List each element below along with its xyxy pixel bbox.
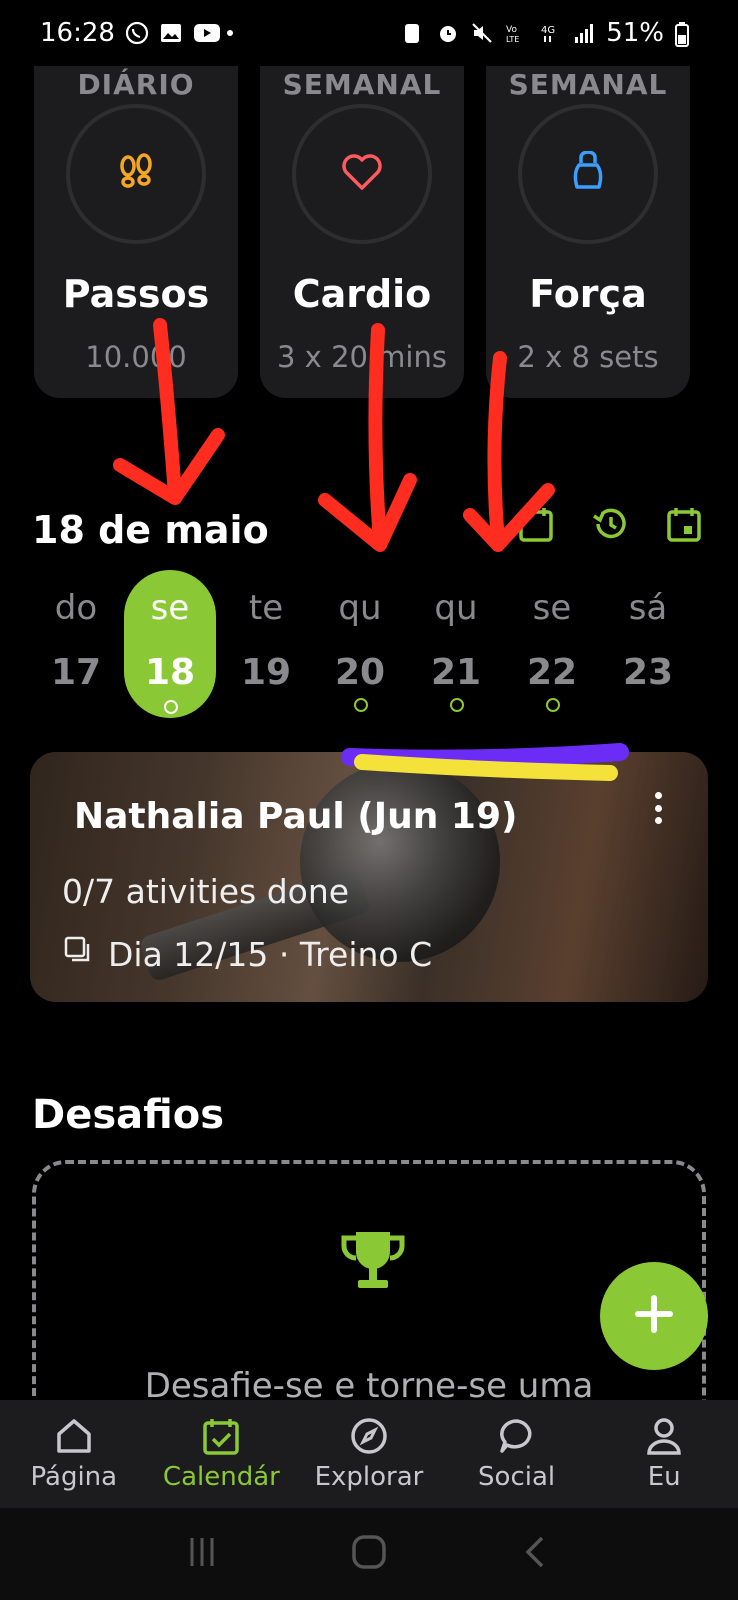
home-icon [52, 1414, 96, 1458]
date-title: 18 de maio [32, 508, 269, 552]
day-date: 17 [50, 652, 102, 693]
svg-text:Vo: Vo [506, 25, 517, 35]
day-name: qu [434, 588, 478, 628]
activity-marker [546, 698, 560, 712]
goal-period: SEMANAL [282, 68, 442, 101]
goal-target: 10.000 [85, 340, 187, 374]
nav-item-social[interactable]: Social [443, 1400, 591, 1508]
home-button-icon[interactable] [349, 1532, 389, 1576]
day-date: 18 [144, 652, 196, 693]
nav-label: Eu [647, 1462, 681, 1492]
goal-name: Passos [62, 272, 210, 316]
goal-card-cardio[interactable]: SEMANAL Cardio 3 x 20 mins [260, 40, 464, 398]
program-title: Nathalia Paul (Jun 19) [74, 796, 518, 837]
copy-icon [62, 934, 94, 974]
goal-card-forca[interactable]: SEMANAL Força 2 x 8 sets [486, 40, 690, 398]
day-name: te [248, 588, 284, 628]
day-17[interactable]: do 17 [30, 570, 122, 718]
nav-label: Explorar [314, 1462, 424, 1492]
profile-icon [642, 1414, 686, 1458]
goal-target: 2 x 8 sets [517, 340, 659, 374]
day-20[interactable]: qu 20 [314, 570, 406, 718]
goal-name: Cardio [292, 272, 432, 316]
notification-dot [226, 30, 233, 36]
gallery-icon [159, 21, 183, 45]
program-card[interactable]: Nathalia Paul (Jun 19) 0/7 ativities don… [30, 752, 708, 1002]
nav-item-eu[interactable]: Eu [590, 1400, 738, 1508]
4g-icon: 4G [538, 21, 562, 45]
day-date: 22 [526, 652, 578, 693]
program-day-text: Dia 12/15 · Treino C [108, 934, 433, 974]
day-21[interactable]: qu 21 [410, 570, 502, 718]
day-19[interactable]: te 19 [220, 570, 312, 718]
nav-label: Social [478, 1462, 556, 1492]
heart-icon [341, 153, 383, 195]
nav-label: Calendár [162, 1462, 280, 1492]
chat-bubble-icon [495, 1414, 539, 1458]
plus-icon [632, 1292, 676, 1340]
program-progress: 0/7 ativities done [62, 872, 350, 911]
goal-progress-ring [518, 104, 658, 244]
day-18-selected[interactable]: se 18 [124, 570, 216, 718]
nav-item-calendar[interactable]: Calendár [148, 1400, 296, 1508]
day-23[interactable]: sá 23 [602, 570, 694, 718]
day-name: se [150, 588, 190, 628]
youtube-icon [193, 21, 220, 45]
day-name: sá [628, 588, 668, 628]
system-nav-bar [0, 1508, 738, 1600]
day-date: 20 [334, 652, 386, 693]
battery-icon [674, 21, 698, 47]
activity-marker [354, 698, 368, 712]
goal-period: SEMANAL [508, 68, 668, 101]
svg-text:4G: 4G [541, 25, 555, 36]
kettlebell-icon [571, 150, 605, 197]
day-date: 21 [430, 652, 482, 693]
day-name: do [54, 588, 98, 628]
goal-card-passos[interactable]: DIÁRIO Passos 10.000 [34, 40, 238, 398]
volte-icon: Vo LTE [504, 21, 528, 45]
battery-saver-icon [402, 21, 426, 45]
calendar-check-icon [199, 1414, 243, 1458]
challenges-title: Desafios [32, 1092, 225, 1138]
calendar-icon[interactable] [514, 502, 558, 546]
nav-item-pagina[interactable]: Página [0, 1400, 148, 1508]
add-button[interactable] [600, 1262, 708, 1370]
whatsapp-icon [125, 21, 149, 45]
nav-label: Página [30, 1462, 118, 1492]
recent-apps-icon[interactable] [184, 1534, 220, 1574]
svg-text:LTE: LTE [506, 35, 519, 44]
nav-item-explorar[interactable]: Explorar [295, 1400, 443, 1508]
day-name: qu [338, 588, 382, 628]
mute-icon [470, 21, 494, 45]
back-icon[interactable] [518, 1534, 554, 1574]
activity-marker [450, 698, 464, 712]
goal-progress-ring [66, 104, 206, 244]
date-actions [514, 502, 706, 546]
alarm-icon [436, 21, 460, 45]
battery-percent: 51% [606, 18, 664, 48]
program-day-line: Dia 12/15 · Treino C [62, 934, 432, 974]
status-bar: 16:28 Vo LTE 4G 51% [0, 0, 738, 66]
activity-marker [164, 700, 178, 714]
goal-target: 3 x 20 mins [277, 340, 447, 374]
day-22[interactable]: se 22 [506, 570, 598, 718]
day-name: se [532, 588, 572, 628]
footsteps-icon [116, 152, 156, 196]
day-date: 23 [622, 652, 674, 693]
goal-name: Força [529, 272, 647, 316]
goal-period: DIÁRIO [77, 68, 195, 101]
week-strip: do 17 se 18 te 19 qu 20 qu 21 se 22 sá 2… [30, 570, 710, 720]
more-options-icon[interactable] [648, 788, 668, 828]
day-date: 19 [240, 652, 292, 693]
status-time: 16:28 [40, 18, 115, 48]
signal-icon [572, 21, 596, 45]
calendar-check-icon[interactable] [662, 502, 706, 546]
compass-icon [347, 1414, 391, 1458]
goal-progress-ring [292, 104, 432, 244]
history-icon[interactable] [588, 502, 632, 546]
bottom-nav: Página Calendár Explorar Social Eu [0, 1400, 738, 1508]
trophy-icon [336, 1224, 410, 1298]
